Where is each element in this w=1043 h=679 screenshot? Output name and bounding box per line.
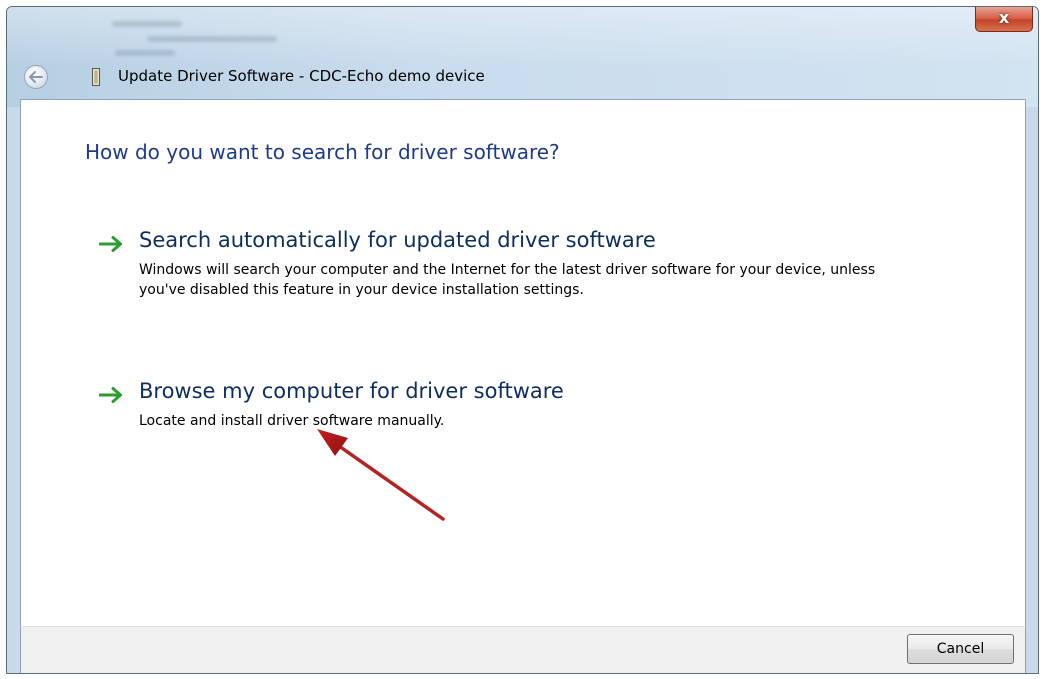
page-heading: How do you want to search for driver sof…	[85, 140, 560, 164]
green-arrow-icon	[99, 236, 122, 252]
wizard-content: How do you want to search for driver sof…	[20, 99, 1026, 626]
option-title: Browse my computer for driver software	[139, 379, 564, 403]
dialog-window: x Update Driver Software - CDC-Echo demo…	[6, 6, 1039, 674]
option-description: Windows will search your computer and th…	[139, 262, 876, 298]
close-button[interactable]: x	[975, 7, 1033, 32]
option-description: Locate and install driver software manua…	[139, 413, 445, 429]
red-annotation-arrow	[317, 429, 445, 521]
option-title: Search automatically for updated driver …	[139, 228, 656, 252]
title-bar: Update Driver Software - CDC-Echo demo d…	[7, 53, 1038, 99]
close-icon: x	[998, 8, 1010, 27]
back-button[interactable]	[24, 65, 48, 89]
window-title: Update Driver Software - CDC-Echo demo d…	[118, 67, 485, 85]
back-arrow-icon	[29, 71, 43, 83]
footer-bar: Cancel	[20, 626, 1026, 673]
green-arrow-icon	[99, 387, 122, 403]
device-icon	[92, 68, 100, 86]
cancel-button[interactable]: Cancel	[907, 634, 1014, 664]
